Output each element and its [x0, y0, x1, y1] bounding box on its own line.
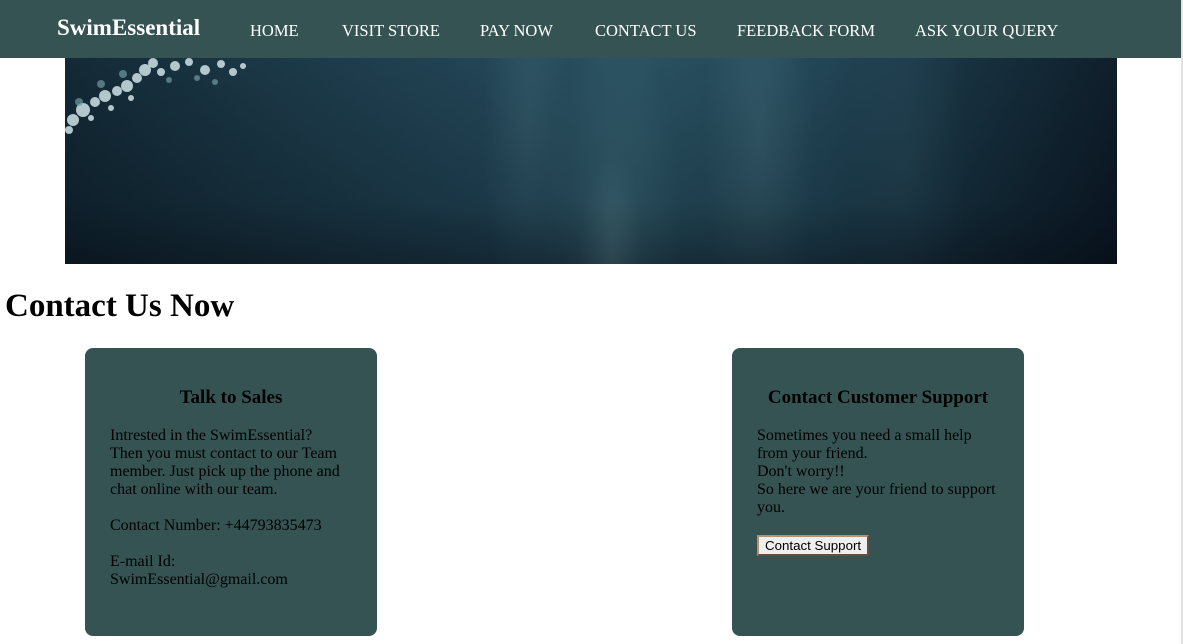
- brand-logo-text[interactable]: SwimEssential: [57, 14, 200, 42]
- support-card-title: Contact Customer Support: [767, 387, 989, 408]
- nav-contact-us[interactable]: CONTACT US: [595, 21, 697, 41]
- hero-underwater-banner: [65, 58, 1117, 264]
- sales-intro-line: Intrested in the SwimEssential?: [110, 427, 313, 444]
- nav-home[interactable]: HOME: [250, 21, 299, 41]
- page-title: Contact Us Now: [5, 288, 235, 324]
- nav-pay-now[interactable]: PAY NOW: [480, 21, 553, 41]
- support-line-help: Sometimes you need a small help from you…: [757, 427, 972, 462]
- nav-visit-store[interactable]: VISIT STORE: [342, 21, 440, 41]
- sales-card: Talk to Sales Intrested in the SwimEssen…: [85, 348, 377, 636]
- support-card: Contact Customer Support Sometimes you n…: [732, 348, 1024, 636]
- support-line-friend: So here we are your friend to support yo…: [757, 481, 996, 516]
- sales-card-title: Talk to Sales: [179, 387, 283, 408]
- nav-feedback-form[interactable]: FEEDBACK FORM: [737, 21, 875, 41]
- support-line-dont-worry: Don't worry!!: [757, 463, 845, 480]
- top-navbar: SwimEssential HOME VISIT STORE PAY NOW C…: [0, 0, 1183, 58]
- contact-support-button[interactable]: Contact Support: [757, 535, 870, 556]
- sales-contact-number: Contact Number: +44793835473: [110, 517, 322, 534]
- sales-card-body: Intrested in the SwimEssential? Then you…: [110, 427, 355, 607]
- page: SwimEssential HOME VISIT STORE PAY NOW C…: [0, 0, 1183, 644]
- sales-email: SwimEssential@gmail.com: [110, 571, 288, 588]
- support-card-body: Sometimes you need a small help from you…: [757, 427, 1002, 556]
- sales-description: Then you must contact to our Team member…: [110, 445, 340, 498]
- water-foam-decoration: [65, 58, 246, 134]
- sales-email-label: E-mail Id:: [110, 553, 176, 570]
- nav-ask-your-query[interactable]: ASK YOUR QUERY: [915, 21, 1058, 41]
